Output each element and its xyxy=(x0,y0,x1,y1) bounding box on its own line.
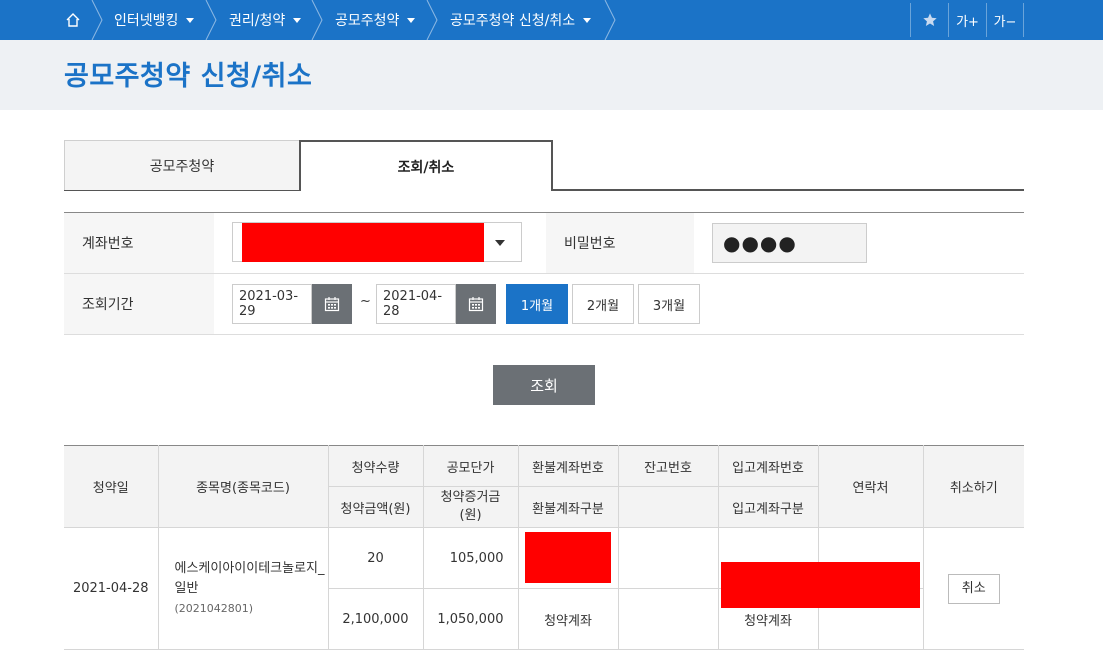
row-amount: 2,100,000 xyxy=(328,588,424,650)
dropdown-arrow-icon xyxy=(495,240,505,246)
period-1-month-button[interactable]: 1개월 xyxy=(506,284,568,324)
row-cancel-cell: 취소 xyxy=(922,527,1024,650)
header-refund-type: 환불계좌구분 xyxy=(517,486,619,528)
period-2-months-button[interactable]: 2개월 xyxy=(572,284,634,324)
header-balance-number: 잔고번호 xyxy=(617,445,719,487)
row-refund-type: 청약계좌 xyxy=(517,588,619,650)
header-contact: 연락처 xyxy=(817,445,924,528)
row-balance-number xyxy=(617,527,719,589)
favorite-star-icon[interactable] xyxy=(910,3,948,37)
header-empty xyxy=(617,486,719,528)
header-deposit-account: 입고계좌번호 xyxy=(717,445,819,487)
home-icon[interactable] xyxy=(58,0,88,40)
row-unit-price: 105,000 xyxy=(422,527,519,589)
row-stock-name-cell: 에스케이아이이테크놀로지_일반 (2021042801) xyxy=(157,527,329,650)
tab-inquiry-cancel[interactable]: 조회/취소 xyxy=(299,140,553,191)
row-deposit: 1,050,000 xyxy=(422,588,519,650)
period-label: 조회기간 xyxy=(64,274,214,334)
search-button[interactable]: 조회 xyxy=(493,365,595,405)
account-row: 계좌번호 비밀번호 xyxy=(64,213,1024,274)
breadcrumb-item-ipo-apply-cancel[interactable]: 공모주청약 신청/취소 xyxy=(450,0,592,40)
row-stock-code: (2021042801) xyxy=(174,601,254,615)
account-select[interactable] xyxy=(232,222,522,262)
end-date-input[interactable]: 2021-04-28 xyxy=(376,284,456,324)
row-balance-empty xyxy=(617,588,719,650)
redacted-deposit-account-contact xyxy=(721,562,920,608)
caret-down-icon xyxy=(186,17,195,23)
period-3-months-button[interactable]: 3개월 xyxy=(638,284,700,324)
breadcrumb: 인터넷뱅킹 권리/청약 공모주청약 공모주청약 신청/취소 가+ 가− xyxy=(0,0,1103,40)
password-field[interactable]: ●●●● xyxy=(712,223,867,263)
breadcrumb-label: 인터넷뱅킹 xyxy=(114,13,179,29)
font-increase-button[interactable]: 가+ xyxy=(948,3,986,37)
header-unit-price: 공모단가 xyxy=(422,445,519,487)
tab-ipo-subscription[interactable]: 공모주청약 xyxy=(64,140,300,190)
breadcrumb-label: 공모주청약 xyxy=(335,13,400,29)
page-title: 공모주청약 신청/취소 xyxy=(64,61,313,92)
end-calendar-icon[interactable] xyxy=(456,284,496,324)
header-cancel: 취소하기 xyxy=(922,445,1024,528)
cancel-button[interactable]: 취소 xyxy=(947,573,1000,604)
header-refund-account: 환불계좌번호 xyxy=(517,445,619,487)
caret-down-icon xyxy=(293,17,302,23)
date-range-separator: ~ xyxy=(360,294,371,309)
header-quantity: 청약수량 xyxy=(327,445,424,487)
header-deposit-type: 입고계좌구분 xyxy=(717,486,818,528)
row-refund-account xyxy=(517,527,619,589)
account-label: 계좌번호 xyxy=(64,213,214,273)
header-subscribe-date: 청약일 xyxy=(64,445,159,528)
redacted-account-number xyxy=(242,223,484,262)
header-amount: 청약금액(원) xyxy=(328,486,424,528)
breadcrumb-item-rights-subscription[interactable]: 권리/청약 xyxy=(229,0,302,40)
row-stock-name: 에스케이아이이테크놀로지_일반 xyxy=(174,560,325,596)
subscription-results-table: 청약일 종목명(종목코드) 청약수량 공모단가 환불계좌번호 잔고번호 입고계좌… xyxy=(64,445,1024,650)
header-deposit: 청약증거금(원) xyxy=(422,486,519,528)
row-subscribe-date: 2021-04-28 xyxy=(64,527,159,650)
caret-down-icon xyxy=(407,17,416,23)
breadcrumb-item-ipo-subscription[interactable]: 공모주청약 xyxy=(335,0,416,40)
font-decrease-button[interactable]: 가− xyxy=(986,3,1024,37)
breadcrumb-item-internet-banking[interactable]: 인터넷뱅킹 xyxy=(114,0,195,40)
start-calendar-icon[interactable] xyxy=(312,284,352,324)
breadcrumb-label: 권리/청약 xyxy=(229,13,286,29)
row-quantity: 20 xyxy=(327,527,424,589)
password-label: 비밀번호 xyxy=(546,213,694,273)
redacted-refund-account xyxy=(524,532,611,583)
header-stock-name: 종목명(종목코드) xyxy=(157,445,329,528)
breadcrumb-label: 공모주청약 신청/취소 xyxy=(450,13,576,29)
caret-down-icon xyxy=(583,17,592,23)
start-date-input[interactable]: 2021-03-29 xyxy=(232,284,312,324)
